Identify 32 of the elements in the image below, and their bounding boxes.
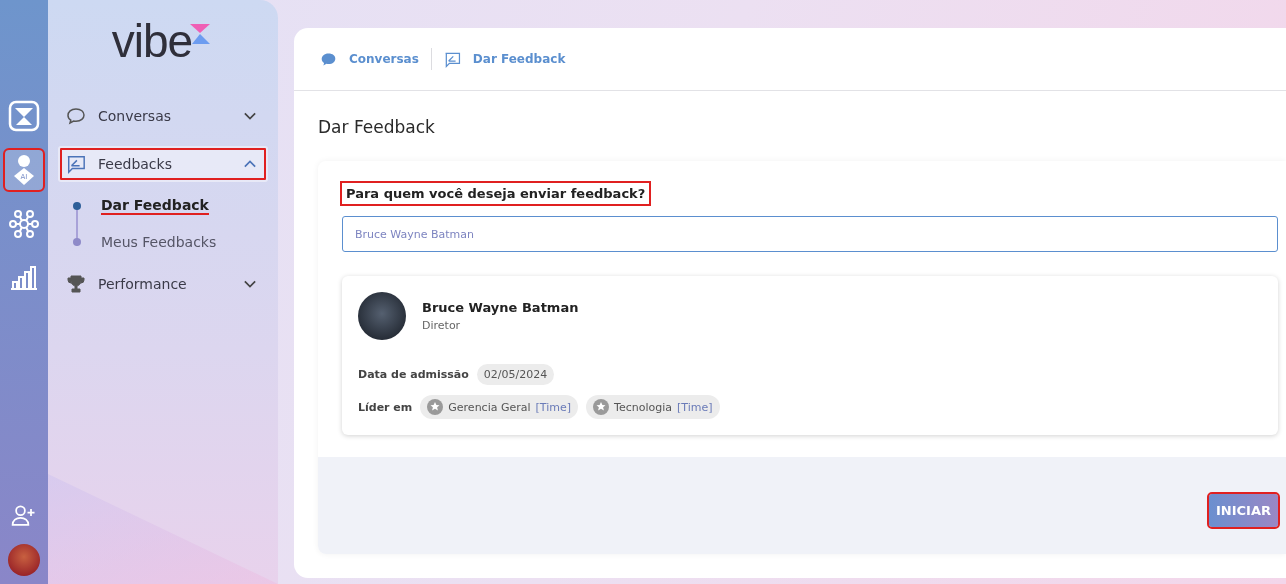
sidebar-menu-item[interactable]: Feedbacks [58, 146, 268, 182]
avatar-photo[interactable] [8, 544, 40, 576]
question-label: Para quem você deseja enviar feedback? [342, 183, 650, 204]
team-chip: Gerencia Geral [Time] [420, 395, 579, 419]
feedback-board-icon [443, 50, 461, 68]
person-role: Diretor [422, 319, 462, 332]
hourglass-logo-icon [8, 100, 40, 132]
chevron-up-icon [244, 160, 256, 168]
person-name: Bruce Wayne Batman [422, 300, 579, 315]
breadcrumb-link[interactable]: Dar Feedback [472, 52, 566, 66]
speech-bubble-icon [66, 106, 86, 126]
chevron-down-icon [244, 280, 256, 288]
date-chip: 02/05/2024 [476, 364, 555, 385]
chevron-down-icon [244, 112, 256, 120]
feedback-board-icon [66, 154, 86, 174]
leader-label: Líder em [358, 400, 413, 414]
submenu-item[interactable]: Dar Feedback [101, 197, 209, 215]
network-icon [8, 208, 40, 240]
timeline-dot [73, 202, 81, 210]
breadcrumb-link[interactable]: Conversas [349, 52, 419, 66]
timeline-dot [73, 238, 81, 246]
admission-label: Data de admissão [358, 368, 469, 381]
start-button[interactable]: INICIAR [1209, 494, 1278, 527]
submenu-item[interactable]: Meus Feedbacks [101, 234, 217, 250]
vibe-logo: vibe [111, 18, 193, 64]
page-title: Dar Feedback [318, 117, 436, 137]
search-field[interactable]: Bruce Wayne Batman [342, 216, 1278, 252]
team-chip: Tecnologia [Time] [586, 395, 720, 419]
sidebar-menu-item[interactable]: Conversas [58, 98, 268, 134]
trophy-icon [66, 274, 86, 294]
photo-placeholder [358, 292, 406, 340]
sidebar-menu-item[interactable]: Performance [58, 266, 268, 302]
